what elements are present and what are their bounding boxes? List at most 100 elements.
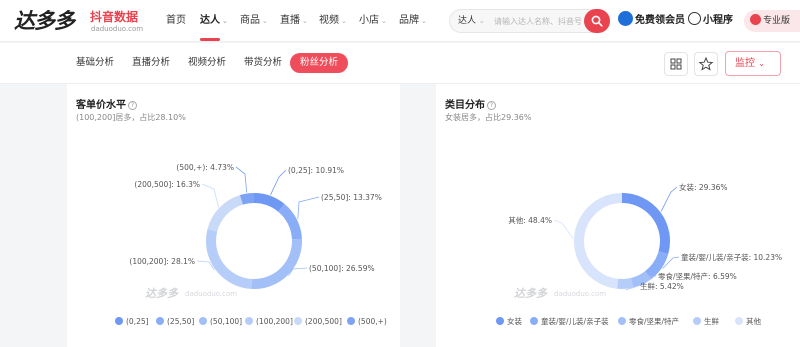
chevron-down-icon: ⌄	[421, 17, 427, 25]
price-level-panel: 客单价水平? (100,200]居多，占比28.10% (0,25]: 10.9…	[67, 84, 400, 347]
legend-item[interactable]: 零食/坚果/特产	[618, 315, 679, 329]
nav-item-label: 直播	[280, 15, 300, 26]
legend-swatch	[618, 317, 626, 325]
donut-slice[interactable]	[621, 193, 670, 254]
legend-swatch	[735, 317, 743, 325]
watermark-brand: 达多多	[145, 287, 179, 300]
donut-slice[interactable]	[207, 195, 244, 232]
nav-item-influencer[interactable]: 达人 ⌄	[200, 0, 228, 42]
chevron-down-icon: ⌄	[262, 17, 268, 25]
chevron-down-icon: ⌄	[302, 17, 308, 25]
legend-swatch	[245, 317, 253, 325]
legend-item[interactable]: (100,200]	[245, 315, 293, 329]
tab-video-analysis[interactable]: 视频分析	[188, 53, 226, 73]
legend-label: (0,25]	[126, 317, 149, 326]
legend-label: 女装	[507, 317, 522, 326]
price-level-donut-chart: (0,25]: 10.91% (25,50]: 13.37% (50,100]: 2…	[129, 163, 381, 300]
brand-name: 达多多	[14, 9, 75, 33]
slice-leader-line	[270, 169, 287, 196]
search-input[interactable]	[494, 13, 582, 29]
search-button[interactable]	[584, 9, 610, 33]
search-category-select[interactable]: 达人 ⌄	[458, 10, 485, 32]
tab-sales-analysis[interactable]: 带货分析	[244, 53, 282, 73]
nav-item-label: 商品	[240, 15, 260, 26]
slice-label: 童装/婴/儿装/亲子装: 10.23%	[681, 252, 782, 262]
active-nav-indicator	[200, 38, 220, 41]
legend-item[interactable]: 女装	[496, 315, 522, 329]
price-level-legend: (0,25] (25,50] (50,100] (100,200] (200,500] (…	[115, 315, 395, 329]
nav-item-video[interactable]: 视频 ⌄	[319, 0, 347, 42]
chevron-down-icon: ⌄	[381, 17, 387, 25]
slice-leader-line	[297, 196, 320, 220]
brand-logo[interactable]: 达多多 抖音数据 daduoduo.com	[14, 5, 164, 37]
legend-item[interactable]: 其他	[735, 315, 761, 329]
chevron-down-icon: ⌄	[341, 17, 347, 25]
watermark-domain: daduoduo.com	[554, 290, 606, 298]
brand-tagline: 抖音数据	[90, 10, 139, 24]
slice-label: 生鲜: 5.42%	[640, 281, 684, 291]
legend-swatch	[115, 317, 123, 325]
vip-icon	[618, 11, 633, 26]
legend-item[interactable]: (25,50]	[156, 315, 194, 329]
donut-slice[interactable]	[574, 193, 623, 289]
pro-edition-badge[interactable]: 专业版	[744, 10, 800, 32]
category-legend: 女装 童装/婴/儿装/亲子装 零食/坚果/特产 生鲜 其他	[496, 315, 796, 329]
chevron-down-icon: ⌄	[478, 17, 485, 25]
tab-live-analysis[interactable]: 直播分析	[132, 53, 170, 73]
favorite-button[interactable]	[694, 52, 718, 76]
mini-program-button[interactable]: 小程序	[688, 11, 733, 31]
pro-icon	[750, 14, 761, 25]
legend-swatch	[693, 317, 701, 325]
slice-leader-line	[201, 183, 219, 208]
donut-slice[interactable]	[277, 203, 302, 240]
legend-label: 零食/坚果/特产	[629, 317, 680, 326]
nav-item-brand[interactable]: 品牌 ⌄	[399, 0, 427, 42]
grid-icon	[670, 58, 682, 70]
slice-label: 其他: 48.4%	[508, 215, 552, 225]
donut-slice[interactable]	[617, 277, 634, 289]
slice-label: (0,25]: 10.91%	[288, 166, 344, 175]
legend-item[interactable]: 童装/婴/儿装/亲子装	[530, 315, 609, 329]
donut-slice[interactable]	[251, 238, 302, 289]
tab-basic-analysis[interactable]: 基础分析	[76, 53, 114, 73]
slice-label: 零食/坚果/特产: 6.59%	[658, 271, 737, 281]
category-distribution-panel: 类目分布? 女装居多，占比29.36% 女装: 29.36% 童装/婴/儿装/亲子…	[436, 84, 800, 347]
mini-program-label: 小程序	[703, 15, 733, 26]
top-nav: 达多多 抖音数据 daduoduo.com 首页 达人 ⌄ 商品 ⌄ 直播 ⌄ 视频 ⌄…	[0, 0, 800, 42]
legend-item[interactable]: (50,100]	[199, 315, 242, 329]
nav-item-label: 达人	[200, 15, 220, 26]
mini-program-icon	[688, 12, 701, 25]
free-vip-button[interactable]: 免费领会员	[618, 11, 685, 31]
legend-label: (200,500]	[305, 317, 342, 326]
nav-item-shop[interactable]: 小店 ⌄	[359, 0, 387, 42]
watermark-brand: 达多多	[514, 287, 548, 300]
legend-item[interactable]: (500,+)	[347, 315, 387, 329]
nav-item-home[interactable]: 首页	[166, 0, 186, 42]
nav-item-label: 小店	[359, 15, 379, 26]
donut-slice[interactable]	[253, 193, 285, 212]
legend-item[interactable]: 生鲜	[693, 315, 719, 329]
nav-item-live[interactable]: 直播 ⌄	[280, 0, 308, 42]
slice-label: (500,+): 4.73%	[176, 163, 234, 172]
grid-view-button[interactable]	[664, 52, 688, 76]
donut-slice[interactable]	[239, 193, 255, 205]
brand-domain: daduoduo.com	[91, 25, 144, 33]
donut-slice[interactable]	[206, 229, 253, 289]
nav-item-product[interactable]: 商品 ⌄	[240, 0, 268, 42]
tab-fans-analysis[interactable]: 粉丝分析	[290, 53, 349, 73]
legend-item[interactable]: (200,500]	[294, 315, 342, 329]
legend-item[interactable]: (0,25]	[115, 315, 149, 329]
slice-label: (100,200]: 28.1%	[129, 257, 195, 266]
slice-leader-line	[553, 219, 574, 239]
legend-label: 童装/婴/儿装/亲子装	[541, 317, 609, 326]
nav-item-label: 视频	[319, 15, 339, 26]
legend-swatch	[294, 317, 302, 325]
legend-label: 其他	[746, 317, 761, 326]
search-category-label: 达人	[458, 16, 477, 26]
chevron-down-icon: ⌄	[222, 17, 228, 25]
chevron-down-icon: ⌄	[758, 59, 765, 68]
vip-label: 免费领会员	[635, 15, 685, 26]
monitor-dropdown[interactable]: 监控 ⌄	[725, 51, 781, 76]
legend-swatch	[530, 317, 538, 325]
app-root: 达多多 抖音数据 daduoduo.com 首页 达人 ⌄ 商品 ⌄ 直播 ⌄ 视频 ⌄…	[0, 0, 800, 347]
